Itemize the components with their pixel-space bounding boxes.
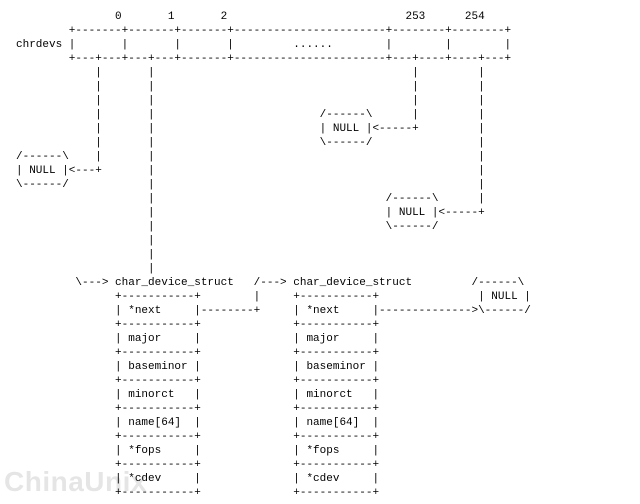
ascii-diagram: 0 1 2 253 254 +-------+-------+-------+-…: [0, 0, 640, 500]
